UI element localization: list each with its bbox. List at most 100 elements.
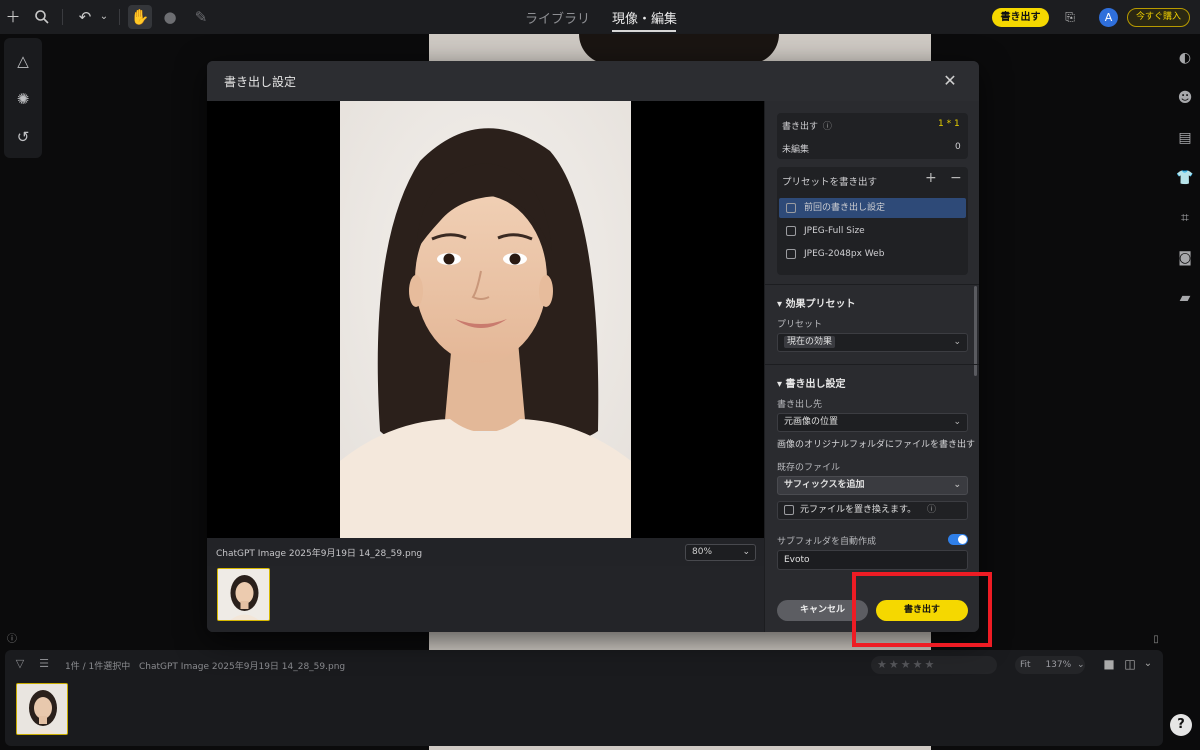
existing-file-select[interactable]: サフィックスを追加 ⌄ [777,476,968,495]
clothing-icon[interactable]: 👕 [1175,168,1195,188]
preset-item-label: JPEG-2048px Web [804,249,885,259]
preset-list-card: プリセットを書き出す + − 前回の書き出し設定 JPEG-Full Size … [777,167,968,275]
compare-view-icon[interactable]: ◫ [1120,654,1140,674]
effect-preset-select[interactable]: 現在の効果 ⌄ [777,333,968,352]
subfolder-name-input[interactable]: Evoto [777,550,968,570]
preset-label: プリセット [777,320,823,330]
tab-edit[interactable]: 現像・編集 [612,8,677,27]
sun-icon[interactable]: ✺ [13,89,33,109]
preview-photo [340,101,631,538]
pen-icon[interactable]: ✎ [191,7,211,27]
dialog-thumbnail-strip [207,566,764,632]
search-icon[interactable] [32,7,52,27]
destination-select[interactable]: 元画像の位置 ⌄ [777,413,968,432]
hand-tool-button[interactable]: ✋ [128,5,152,29]
subfolder-toggle[interactable] [948,534,968,545]
app-window: ＋ ↶ ⌄ ✋ ● ✎ ライブラリ 現像・編集 書き出す ⎘ A 今すぐ購入 △… [0,0,1200,750]
filmstrip-thumbnail[interactable] [16,683,68,735]
preview-zoom-select[interactable]: 80% ⌄ [685,544,756,561]
background-icon[interactable]: ▤ [1175,128,1195,148]
preset-item[interactable]: JPEG-2048px Web [779,244,966,264]
destination-label: 書き出し先 [777,400,823,410]
info-icon[interactable]: ⓘ [2,630,22,650]
brush-icon[interactable]: ● [160,7,180,27]
active-tab-indicator [612,30,676,32]
buy-now-button[interactable]: 今すぐ購入 [1127,8,1190,27]
selection-count: 1件 / 1件選択中 [65,662,131,672]
destination-value: 元画像の位置 [784,417,839,427]
section-divider [765,284,979,285]
view-single-icon[interactable]: ■ [1099,654,1119,674]
export-dialog: 書き出し設定 ✕ ChatGPT Image 2025年9月19日 14_28_… [207,61,979,632]
add-icon[interactable]: ＋ [3,7,23,27]
add-preset-button[interactable]: + [925,170,937,186]
chevron-down-icon: ⌄ [742,547,750,557]
subfolder-label: サブフォルダを自動作成 [777,537,877,547]
preview-zoom-value: 80% [692,547,713,557]
unedited-value: 0 [955,142,961,152]
undo-icon[interactable]: ↶ [75,7,95,27]
rating-stars[interactable]: ★★★★★ [871,656,997,674]
history-icon[interactable]: ↺ [13,127,33,147]
auto-adjust-icon[interactable]: △ [13,51,33,71]
export-button-top[interactable]: 書き出す [992,8,1049,27]
export-settings-panel: 書き出す ⓘ 1 * 1 未編集 0 プリセットを書き出す + − 前回の書き出… [764,101,979,632]
export-count-value: 1 * 1 [938,119,960,129]
preset-item-label: 前回の書き出し設定 [804,203,886,213]
replace-original-row[interactable]: 元ファイルを置き換えます。 ⓘ [777,501,968,520]
chevron-down-icon: ⌄ [953,480,961,490]
preset-checkbox[interactable] [786,248,796,259]
preview-file-row: ChatGPT Image 2025年9月19日 14_28_59.png 80… [207,538,764,566]
preset-checkbox[interactable] [786,202,796,213]
settings-scrollbar[interactable] [974,286,977,376]
fit-label[interactable]: Fit [1020,660,1031,670]
remove-preset-button[interactable]: − [950,170,962,186]
export-summary-card: 書き出す ⓘ 1 * 1 未編集 0 [777,113,968,159]
chevron-down-icon: ⌄ [953,337,961,347]
sort-icon[interactable]: ☰ [34,654,54,674]
replace-original-label: 元ファイルを置き換えます。 [800,505,917,515]
toolbar-divider [62,9,63,25]
filter-icon[interactable]: ▽ [10,654,30,674]
left-tool-panel: △ ✺ ↺ [4,38,42,158]
unedited-label: 未編集 [782,145,810,155]
dialog-header: 書き出し設定 ✕ [207,61,979,101]
preset-item[interactable]: JPEG-Full Size [779,221,966,241]
chevron-down-icon: ⌄ [1077,660,1085,670]
share-icon[interactable]: ⎘ [1060,7,1080,27]
camera-icon[interactable]: ◙ [1175,248,1195,268]
zoom-control[interactable]: Fit 137% ⌄ [1015,656,1085,674]
top-toolbar: ＋ ↶ ⌄ ✋ ● ✎ ライブラリ 現像・編集 書き出す ⎘ A 今すぐ購入 [0,0,1200,34]
chevron-down-icon[interactable]: ⌄ [1138,654,1158,674]
crop-icon[interactable]: ⌗ [1175,208,1195,228]
close-icon[interactable]: ✕ [940,71,960,91]
replace-original-checkbox[interactable] [784,504,794,515]
avatar[interactable]: A [1099,8,1118,27]
info-icon[interactable]: ⓘ [927,505,936,515]
preset-list-title: プリセットを書き出す [782,177,878,188]
tab-library[interactable]: ライブラリ [525,8,590,27]
effect-preset-section[interactable]: ▾ 効果プリセット [777,295,856,310]
toolbar-divider [119,9,120,25]
dialog-title: 書き出し設定 [224,75,297,89]
help-button[interactable]: ? [1170,714,1192,736]
export-count-label: 書き出す ⓘ [782,122,832,132]
preset-checkbox[interactable] [786,225,796,236]
dialog-thumbnail[interactable] [217,568,270,621]
zoom-level[interactable]: 137% [1045,660,1071,670]
existing-file-label: 既存のファイル [777,463,841,473]
canvas-photo-top [579,34,779,64]
effect-preset-value: 現在の効果 [784,336,836,348]
chevron-down-icon: ⌄ [953,417,961,427]
highlight-annotation [852,572,992,647]
export-settings-section[interactable]: ▾ 書き出し設定 [777,375,846,390]
info-icon: ⓘ [822,122,832,132]
preview-area [207,101,764,538]
panel-toggle-icon[interactable]: ▯ [1146,630,1166,650]
chevron-down-icon[interactable]: ⌄ [94,7,114,27]
preset-item[interactable]: 前回の書き出し設定 [779,198,966,218]
palette-icon[interactable]: ◐ [1175,48,1195,68]
preset-item-label: JPEG-Full Size [804,226,865,236]
face-icon[interactable]: ☻ [1175,88,1195,108]
folder-icon[interactable]: ▰ [1175,288,1195,308]
